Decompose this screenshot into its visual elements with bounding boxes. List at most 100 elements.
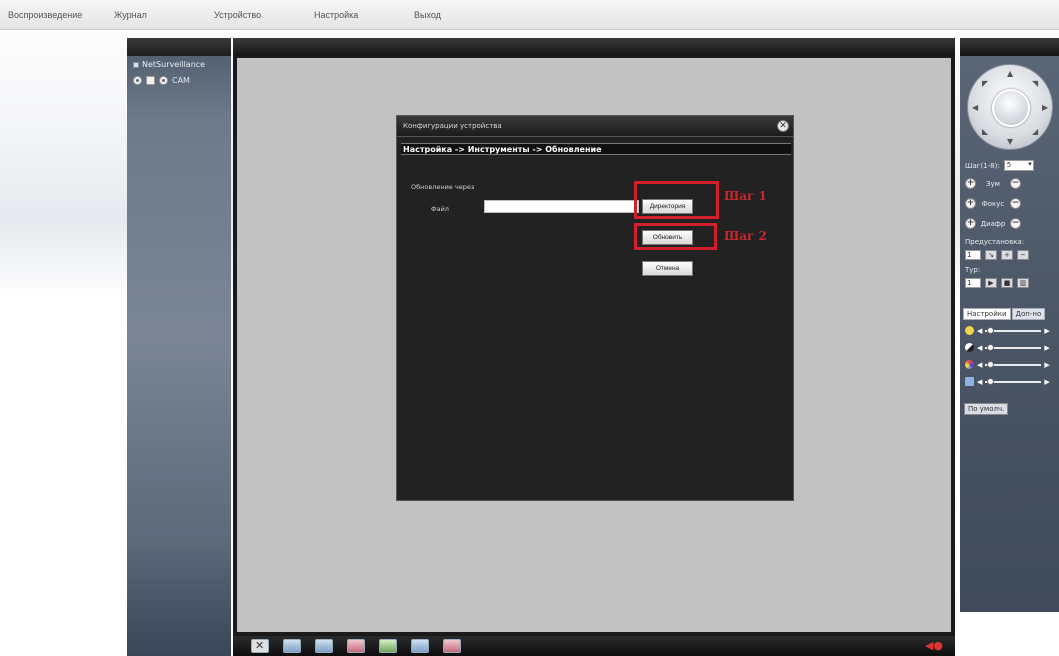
contrast-slider[interactable]: ◀ ▶ (965, 343, 1050, 352)
layout-9-icon[interactable] (411, 639, 429, 653)
layout-4-icon[interactable] (315, 639, 333, 653)
menu-log[interactable]: Журнал (114, 10, 147, 20)
fullscreen-icon[interactable] (251, 639, 269, 653)
ptz-focus-row: + Фокус − (965, 198, 1021, 209)
ptz-preset-row: 1 ↘ + − (965, 250, 1029, 260)
tab-extra[interactable]: Доп-но (1011, 308, 1046, 320)
ptz-down-right-icon[interactable]: ◢ (1032, 127, 1038, 136)
tour-stop-icon[interactable]: ■ (1001, 278, 1013, 288)
preset-add-icon[interactable]: + (1001, 250, 1013, 260)
ptz-right-icon[interactable]: ▶ (1042, 103, 1048, 112)
saturation-slider[interactable]: ◀ ▶ (965, 360, 1050, 369)
ptz-tour-label-row: Тур: (965, 266, 980, 274)
ptz-preset-label-row: Предустановка: (965, 238, 1024, 246)
iris-close-icon[interactable]: − (1010, 218, 1021, 229)
ptz-iris-row: + Диафр − (965, 218, 1021, 229)
close-icon[interactable]: ✕ (777, 120, 789, 132)
ptz-up-left-icon[interactable]: ◤ (982, 79, 988, 88)
hue-icon (965, 377, 974, 386)
stop-icon[interactable] (146, 76, 155, 85)
preset-input[interactable]: 1 (965, 250, 981, 260)
contrast-icon (965, 343, 974, 352)
file-label: Файл (431, 205, 449, 213)
slider-track[interactable] (985, 343, 1042, 351)
saturation-icon (965, 360, 974, 369)
ptz-speed-label: Шаг(1-8): (965, 161, 1000, 170)
focus-in-icon[interactable]: + (965, 198, 976, 209)
tab-settings[interactable]: Настройки (963, 308, 1011, 320)
record-all-icon[interactable] (347, 639, 365, 653)
default-button[interactable]: По умолч. (964, 403, 1009, 415)
slider-left-icon[interactable]: ◀ (977, 344, 982, 352)
upgrade-button[interactable]: Обновить (642, 230, 693, 245)
slider-knob[interactable] (987, 377, 995, 385)
video-frame-header (233, 38, 955, 56)
slider-knob[interactable] (987, 326, 995, 334)
ptz-down-left-icon[interactable]: ◣ (982, 127, 988, 136)
preset-delete-icon[interactable]: − (1017, 250, 1029, 260)
tour-input[interactable]: 1 (965, 278, 981, 288)
slider-left-icon[interactable]: ◀ (977, 378, 982, 386)
menu-exit[interactable]: Выход (414, 10, 441, 20)
channel-label[interactable]: CAM (172, 76, 190, 85)
slider-right-icon[interactable]: ▶ (1044, 344, 1049, 352)
zoom-in-icon[interactable]: + (965, 178, 976, 189)
ptz-up-icon[interactable]: ▲ (1007, 69, 1013, 78)
ptz-iris-label: Диафр (980, 219, 1006, 228)
device-tree-header (127, 38, 231, 56)
bottom-toolbar: ◀● (233, 636, 955, 656)
ptz-tabs: Настройки Доп-но (963, 308, 1046, 320)
preset-goto-icon[interactable]: ↘ (985, 250, 997, 260)
tour-play-icon[interactable]: ▶ (985, 278, 997, 288)
slider-track[interactable] (985, 377, 1042, 385)
volume-icon[interactable]: ◀● (925, 639, 943, 652)
menu-playback[interactable]: Воспроизведение (8, 10, 82, 20)
menu-device[interactable]: Устройство (214, 10, 261, 20)
brightness-icon (965, 326, 974, 335)
slider-right-icon[interactable]: ▶ (1044, 378, 1049, 386)
slider-track[interactable] (985, 326, 1042, 334)
layout-1-icon[interactable] (283, 639, 301, 653)
iris-open-icon[interactable]: + (965, 218, 976, 229)
menu-settings[interactable]: Настройка (314, 10, 358, 20)
ptz-up-right-icon[interactable]: ◥ (1032, 79, 1038, 88)
dialog-titlebar[interactable]: Конфигурации устройства ✕ (397, 116, 793, 137)
slider-left-icon[interactable]: ◀ (977, 361, 982, 369)
slider-left-icon[interactable]: ◀ (977, 327, 982, 335)
snapshot-icon[interactable] (379, 639, 397, 653)
channel-icon[interactable] (159, 76, 168, 85)
dialog-title: Конфигурации устройства (403, 122, 502, 130)
slider-track[interactable] (985, 360, 1042, 368)
upgrade-via-label: Обновление через (411, 183, 475, 191)
menu-bar: Воспроизведение Журнал Устройство Настро… (0, 0, 1059, 30)
ptz-tour-label: Тур: (965, 266, 981, 274)
file-path-input[interactable] (484, 200, 639, 213)
device-name: NetSurveillance (142, 60, 206, 69)
ptz-panel: ▲ ▼ ◀ ▶ ◤ ◥ ◣ ◢ Шаг(1-8): 5 + Зум − + Фо… (960, 38, 1059, 612)
step2-label: Шаг 2 (724, 229, 767, 243)
slider-right-icon[interactable]: ▶ (1044, 327, 1049, 335)
slider-knob[interactable] (987, 360, 995, 368)
stop-all-icon[interactable] (443, 639, 461, 653)
record-icon[interactable] (133, 76, 142, 85)
ptz-center-button[interactable] (992, 89, 1030, 127)
device-tree-root[interactable]: NetSurveillance (133, 60, 205, 69)
zoom-out-icon[interactable]: − (1010, 178, 1021, 189)
ptz-speed-select[interactable]: 5 (1003, 160, 1034, 171)
breadcrumb: Настройка -> Инструменты -> Обновление (401, 143, 791, 155)
breadcrumb-text: Настройка -> Инструменты -> Обновление (403, 145, 602, 154)
ptz-down-icon[interactable]: ▼ (1007, 137, 1013, 146)
slider-knob[interactable] (987, 343, 995, 351)
focus-out-icon[interactable]: − (1010, 198, 1021, 209)
slider-right-icon[interactable]: ▶ (1044, 361, 1049, 369)
device-config-dialog: Конфигурации устройства ✕ Настройка -> И… (396, 115, 794, 501)
ptz-panel-header (960, 38, 1059, 56)
cancel-button[interactable]: Отмена (642, 261, 693, 276)
ptz-left-icon[interactable]: ◀ (972, 103, 978, 112)
step1-label: Шаг 1 (724, 189, 767, 203)
brightness-slider[interactable]: ◀ ▶ (965, 326, 1050, 335)
directory-button[interactable]: Директория (642, 199, 693, 214)
ptz-direction-pad[interactable]: ▲ ▼ ◀ ▶ ◤ ◥ ◣ ◢ (967, 64, 1053, 150)
tour-delete-icon[interactable]: ▥ (1017, 278, 1029, 288)
hue-slider[interactable]: ◀ ▶ (965, 377, 1050, 386)
